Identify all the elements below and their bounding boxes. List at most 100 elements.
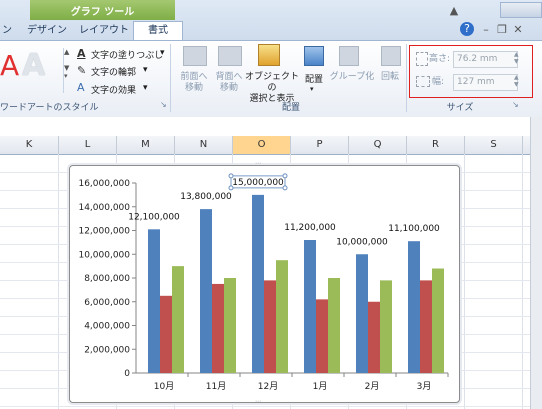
bar-series-3-5 <box>432 268 444 373</box>
rotate-button[interactable]: 回転 <box>377 72 403 83</box>
chevron-down-icon[interactable]: ▾ <box>160 48 165 58</box>
text-outline-icon[interactable]: ✎ <box>77 64 86 77</box>
text-effect-icon[interactable]: A <box>77 81 85 94</box>
wordart-style-icon[interactable]: A <box>22 50 54 82</box>
column-header-n[interactable]: N <box>175 136 233 154</box>
bar-series-2-1 <box>212 283 224 373</box>
chart-tools-label: グラフ ツール <box>70 7 135 18</box>
x-category-label: 2月 <box>365 381 380 392</box>
y-tick-label: 2,000,000 <box>84 345 130 355</box>
wordart-style-partial-icon[interactable]: A <box>0 52 19 80</box>
column-header-l[interactable]: L <box>59 136 117 154</box>
data-label: 13,800,000 <box>180 192 232 202</box>
data-label: 11,200,000 <box>284 223 336 233</box>
bar-series-1-0 <box>148 229 160 373</box>
align-button[interactable]: 配置 <box>302 72 326 85</box>
tab-format[interactable]: 書式 <box>133 21 183 41</box>
column-chart[interactable]: 0 2,000,000 4,000,000 6,000,000 8,000,000 10,… <box>70 166 459 402</box>
y-tick-label: 12,000,000 <box>78 227 130 237</box>
arrange-group-label: 配置 <box>281 103 300 113</box>
window-restore-icon[interactable]: ❐ <box>494 22 510 38</box>
tab-design[interactable]: デザイン <box>24 22 70 40</box>
bar-series-3-2 <box>276 260 288 373</box>
wordart-gallery-scroll[interactable]: ▲ ▼ ▾ <box>63 48 72 93</box>
column-header-s[interactable]: S <box>465 136 523 154</box>
data-label: 15,000,000 <box>232 178 284 188</box>
text-outline-button[interactable]: 文字の輪郭 <box>91 65 136 78</box>
text-effect-button[interactable]: 文字の効果 <box>91 83 136 96</box>
app-window-controls[interactable] <box>500 2 542 18</box>
width-label: 幅: <box>432 77 445 87</box>
height-input[interactable]: 76.2 mm <box>453 51 518 68</box>
bring-forward-button[interactable]: 前面へ 移動 <box>175 72 213 94</box>
size-group-label: サイズ <box>446 103 474 113</box>
data-label: 12,100,000 <box>128 212 180 222</box>
tab-partial[interactable]: ン <box>0 22 14 40</box>
chart-resize-handle[interactable]: ⋯ <box>255 399 265 405</box>
column-header-r[interactable]: R <box>407 136 465 154</box>
x-category-label: 11月 <box>206 381 226 392</box>
align-icon[interactable] <box>304 46 324 66</box>
bar-series-1-2 <box>252 194 264 373</box>
formula-bar[interactable] <box>0 117 542 137</box>
bar-series-2-5 <box>420 280 432 373</box>
window-minimize-icon[interactable]: – <box>478 22 494 38</box>
y-tick-label: 16,000,000 <box>78 179 130 189</box>
shape-width-icon <box>416 76 430 87</box>
height-spinner[interactable]: ▲ ▼ <box>514 51 522 65</box>
tab-layout[interactable]: レイアウト <box>76 22 132 40</box>
chart-area[interactable]: 0 2,000,000 4,000,000 6,000,000 8,000,000 10,… <box>69 165 460 403</box>
shape-height-icon <box>416 52 428 66</box>
send-backward-icon[interactable] <box>218 46 242 66</box>
selection-handle <box>228 173 234 179</box>
minimize-ribbon-icon[interactable]: ▲ <box>446 3 462 19</box>
data-label: 11,100,000 <box>388 224 440 234</box>
group-separator <box>406 44 407 112</box>
bar-series-3-1 <box>224 278 236 373</box>
bar-series-2-0 <box>160 295 172 373</box>
column-header-p[interactable]: P <box>291 136 349 154</box>
y-tick-label: 10,000,000 <box>78 250 130 260</box>
grid-line <box>0 406 530 407</box>
chevron-down-icon[interactable]: ▾ <box>143 65 148 75</box>
bar-series-2-2 <box>264 280 276 373</box>
column-header-m[interactable]: M <box>117 136 175 154</box>
y-tick-label: 14,000,000 <box>78 203 130 213</box>
x-category-label: 12月 <box>258 381 278 392</box>
bar-series-1-5 <box>408 241 420 373</box>
rotate-icon[interactable] <box>381 46 401 66</box>
column-header-q[interactable]: Q <box>349 136 407 154</box>
bar-series-1-1 <box>200 209 212 373</box>
height-label: 高さ: <box>429 54 451 64</box>
chart-resize-handle[interactable]: ⋯ <box>255 161 265 167</box>
chevron-down-icon[interactable]: ▾ <box>310 85 314 93</box>
bar-series-3-0 <box>172 266 184 373</box>
group-objects-button[interactable]: グループ化 <box>329 72 375 83</box>
group-objects-icon[interactable] <box>339 46 359 66</box>
vertical-scrollbar[interactable] <box>530 117 542 409</box>
text-fill-icon[interactable]: A <box>77 47 86 60</box>
column-header-o[interactable]: O <box>233 136 291 154</box>
selection-pane-icon[interactable] <box>258 44 280 66</box>
help-icon[interactable]: ? <box>460 22 474 36</box>
y-tick-label: 8,000,000 <box>84 274 130 284</box>
bar-series-3-3 <box>328 278 340 373</box>
bar-series-2-4 <box>368 301 380 373</box>
x-category-label: 10月 <box>154 381 174 392</box>
chevron-down-icon[interactable]: ▾ <box>143 83 148 93</box>
dialog-launcher-icon[interactable]: ↘ <box>512 100 519 109</box>
text-fill-button[interactable]: 文字の塗りつぶし <box>91 48 163 61</box>
y-tick-label: 4,000,000 <box>84 322 130 332</box>
width-spinner[interactable]: ▲ ▼ <box>514 74 522 88</box>
selection-handle <box>282 173 288 179</box>
width-input[interactable]: 127 mm <box>453 74 518 91</box>
column-header-k[interactable]: K <box>0 136 59 154</box>
dialog-launcher-icon[interactable]: ↘ <box>160 100 167 109</box>
selection-handle <box>228 185 234 191</box>
x-category-label: 3月 <box>417 381 432 392</box>
window-close-icon[interactable]: ✕ <box>510 22 526 38</box>
selection-handle <box>282 185 288 191</box>
bring-forward-icon[interactable] <box>183 46 207 66</box>
bar-series-1-4 <box>356 254 368 373</box>
bar-series-3-4 <box>380 280 392 373</box>
